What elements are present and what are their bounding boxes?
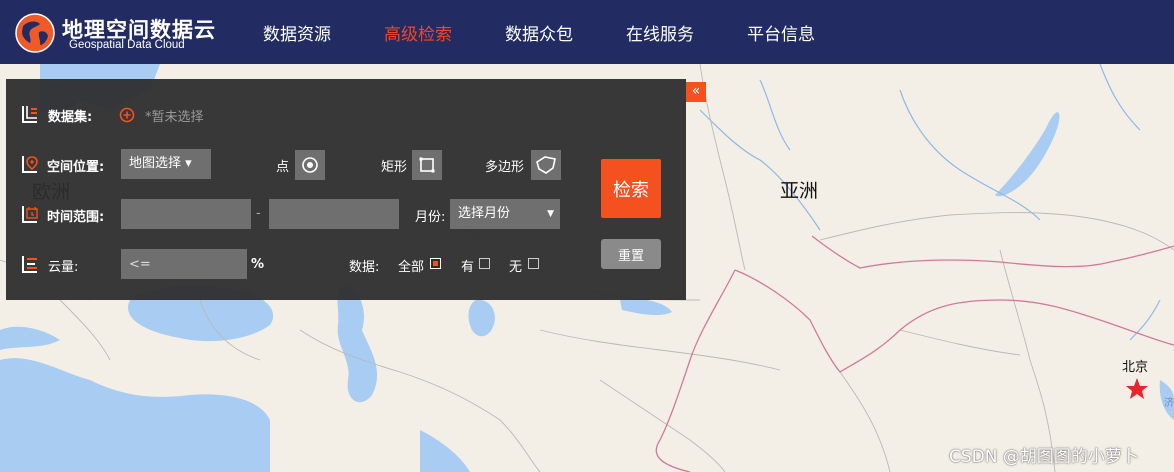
data-filter-label: 数据:: [349, 260, 380, 275]
point-label: 点: [276, 160, 290, 175]
draw-point-button[interactable]: [295, 150, 325, 180]
month-label: 月份:: [415, 210, 446, 225]
filter-yes-checkbox[interactable]: [479, 258, 490, 269]
map-label-asia: 亚洲: [780, 180, 819, 202]
time-range-icon: [22, 206, 38, 223]
cloud-cover-icon: [22, 256, 37, 273]
point-target-icon: [302, 157, 318, 173]
location-icon: [22, 156, 38, 173]
site-logo[interactable]: 地理空间数据云 Geospatial Data Cloud: [14, 12, 224, 54]
draw-polygon-button[interactable]: [531, 150, 561, 180]
advanced-search-panel: [6, 79, 686, 300]
map-label-beijing: 北京: [1122, 360, 1149, 375]
cloud-cover-input[interactable]: [121, 249, 247, 279]
filter-all-label: 全部: [398, 260, 425, 275]
time-range-label: 时间范围:: [47, 210, 105, 225]
dataset-hint: *暂未选择: [145, 110, 204, 125]
brand-subtitle: Geospatial Data Cloud: [69, 39, 185, 51]
end-date-input[interactable]: [269, 199, 399, 229]
top-navigation-bar: 地理空间数据云 Geospatial Data Cloud 数据资源 高级检索 …: [0, 0, 1174, 64]
dataset-icon: [22, 106, 37, 123]
rectangle-label: 矩形: [381, 160, 408, 175]
nav-data-resources[interactable]: 数据资源: [263, 20, 331, 45]
reset-button[interactable]: 重置: [601, 239, 661, 269]
search-button[interactable]: 检索: [601, 159, 661, 218]
dataset-label: 数据集:: [48, 110, 93, 125]
filter-yes-label: 有: [461, 260, 475, 275]
add-dataset-icon[interactable]: [119, 107, 135, 123]
map-label-partial: 济: [1164, 398, 1174, 409]
rectangle-icon: [419, 157, 435, 173]
location-label: 空间位置:: [47, 160, 105, 175]
month-select-value: 选择月份: [458, 206, 511, 221]
month-select[interactable]: 选择月份 ▼: [450, 199, 560, 229]
polygon-label: 多边形: [485, 160, 525, 175]
date-separator: -: [256, 206, 261, 221]
chevron-down-icon: ▼: [547, 209, 554, 219]
start-date-input[interactable]: [121, 199, 251, 229]
watermark: CSDN @胡图图的小萝卜: [949, 447, 1139, 467]
nav-advanced-search[interactable]: 高级检索: [384, 20, 452, 45]
collapse-panel-button[interactable]: «: [686, 82, 706, 102]
location-mode-select[interactable]: 地图选择 ▾: [121, 149, 211, 179]
filter-no-label: 无: [509, 260, 523, 275]
globe-logo-icon: [15, 13, 55, 53]
draw-rectangle-button[interactable]: [412, 150, 442, 180]
filter-all-checkbox[interactable]: [430, 258, 441, 269]
nav-crowdsourcing[interactable]: 数据众包: [505, 20, 573, 45]
filter-no-checkbox[interactable]: [528, 258, 539, 269]
cloud-cover-label: 云量:: [48, 260, 79, 275]
cloud-cover-unit: %: [251, 257, 265, 272]
nav-online-services[interactable]: 在线服务: [626, 20, 694, 45]
polygon-icon: [536, 156, 556, 174]
nav-platform-info[interactable]: 平台信息: [747, 20, 815, 45]
